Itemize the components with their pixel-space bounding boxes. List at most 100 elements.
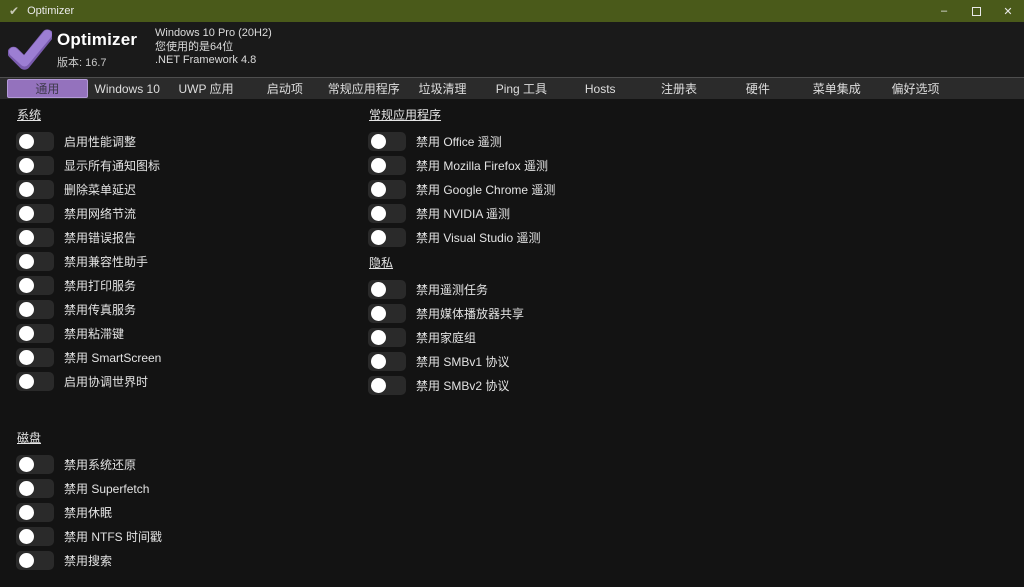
toggle-row: 禁用 SMBv2 协议 [368, 373, 728, 397]
toggle-knob [19, 182, 34, 197]
toggle-switch[interactable] [368, 180, 406, 199]
toggle-label: 禁用系统还原 [64, 456, 136, 473]
toggle-knob [371, 306, 386, 321]
toggle-knob [19, 457, 34, 472]
toggle-row: 禁用错误报告 [16, 225, 356, 249]
toggle-switch[interactable] [368, 228, 406, 247]
close-icon[interactable]: ✕ [992, 0, 1024, 22]
toggle-switch[interactable] [368, 132, 406, 151]
tab-hosts[interactable]: Hosts [561, 79, 640, 98]
os-info: Windows 10 Pro (20H2) [155, 27, 272, 41]
toggle-label: 禁用传真服务 [64, 301, 136, 318]
toggle-knob [371, 134, 386, 149]
column-right: 常规应用程序禁用 Office 遥测禁用 Mozilla Firefox 遥测禁… [368, 99, 728, 397]
toggle-knob [371, 330, 386, 345]
toggle-switch[interactable] [16, 228, 54, 247]
toggle-switch[interactable] [16, 372, 54, 391]
toggle-switch[interactable] [16, 348, 54, 367]
maximize-icon[interactable] [960, 0, 992, 22]
app-header: Optimizer 版本: 16.7 Windows 10 Pro (20H2)… [0, 22, 1024, 77]
toggle-label: 禁用网络节流 [64, 205, 136, 222]
toggle-label: 禁用 Visual Studio 遥测 [416, 229, 541, 246]
toggle-row: 启用协调世界时 [16, 369, 356, 393]
toggle-knob [371, 182, 386, 197]
toggle-switch[interactable] [16, 252, 54, 271]
toggle-knob [371, 206, 386, 221]
tab-uwp-apps[interactable]: UWP 应用 [167, 79, 246, 98]
toggle-row: 禁用 NVIDIA 遥测 [368, 201, 728, 225]
toggle-row: 禁用 Visual Studio 遥测 [368, 225, 728, 249]
tab-hardware[interactable]: 硬件 [718, 79, 797, 98]
toggle-row: 显示所有通知图标 [16, 153, 356, 177]
toggle-label: 禁用 SMBv2 协议 [416, 377, 509, 394]
tab-cleaner[interactable]: 垃圾清理 [403, 79, 482, 98]
tab-options[interactable]: 偏好选项 [876, 79, 955, 98]
tab-bar-wrap: 通用Windows 10UWP 应用启动项常规应用程序垃圾清理Ping 工具Ho… [0, 77, 1024, 99]
toggle-label: 启用协调世界时 [64, 373, 148, 390]
toggle-row: 禁用 Office 遥测 [368, 129, 728, 153]
toggle-switch[interactable] [16, 132, 54, 151]
toggle-row: 禁用 Google Chrome 遥测 [368, 177, 728, 201]
toggle-switch[interactable] [16, 276, 54, 295]
toggle-knob [19, 206, 34, 221]
toggle-row: 启用性能调整 [16, 129, 356, 153]
toggle-row: 禁用传真服务 [16, 297, 356, 321]
toggle-label: 禁用家庭组 [416, 329, 476, 346]
tab-startup[interactable]: 启动项 [245, 79, 324, 98]
toggle-switch[interactable] [16, 180, 54, 199]
toggle-row: 禁用 SMBv1 协议 [368, 349, 728, 373]
toggle-label: 禁用搜索 [64, 552, 112, 569]
toggle-switch[interactable] [368, 376, 406, 395]
toggle-switch[interactable] [368, 280, 406, 299]
toggle-knob [19, 278, 34, 293]
toggle-switch[interactable] [16, 551, 54, 570]
tab-registry[interactable]: 注册表 [640, 79, 719, 98]
section-title-disk: 磁盘 [17, 429, 41, 446]
section-privacy: 隐私禁用遥测任务禁用媒体播放器共享禁用家庭组禁用 SMBv1 协议禁用 SMBv… [368, 249, 728, 397]
section-title-system: 系统 [17, 106, 41, 123]
toggle-switch[interactable] [368, 352, 406, 371]
system-info: Windows 10 Pro (20H2) 您使用的是64位 .NET Fram… [155, 27, 272, 68]
tab-common-apps[interactable]: 常规应用程序 [324, 79, 403, 98]
toggle-switch[interactable] [16, 204, 54, 223]
toggle-switch[interactable] [16, 479, 54, 498]
section-title-common-apps: 常规应用程序 [369, 106, 441, 123]
toggle-label: 禁用 SmartScreen [64, 349, 161, 366]
toggle-switch[interactable] [16, 455, 54, 474]
window-controls: – ✕ [928, 0, 1024, 22]
column-left: 系统启用性能调整显示所有通知图标删除菜单延迟禁用网络节流禁用错误报告禁用兼容性助… [16, 99, 356, 572]
app-name: Optimizer [57, 30, 137, 50]
toggle-knob [19, 481, 34, 496]
minimize-icon[interactable]: – [928, 0, 960, 22]
toggle-row: 禁用打印服务 [16, 273, 356, 297]
optimizer-window: ✔ Optimizer – ✕ Optimizer 版本: 16.7 Windo… [0, 0, 1024, 587]
tab-general[interactable]: 通用 [7, 79, 88, 98]
toggle-knob [371, 158, 386, 173]
toggle-switch[interactable] [368, 304, 406, 323]
toggle-knob [19, 350, 34, 365]
toggle-switch[interactable] [16, 156, 54, 175]
toggle-row: 禁用遥测任务 [368, 277, 728, 301]
toggle-row: 禁用 Mozilla Firefox 遥测 [368, 153, 728, 177]
toggle-label: 禁用 Superfetch [64, 480, 149, 497]
toggle-switch[interactable] [16, 503, 54, 522]
toggle-switch[interactable] [368, 156, 406, 175]
toggle-knob [19, 553, 34, 568]
toggle-label: 禁用打印服务 [64, 277, 136, 294]
toggle-switch[interactable] [368, 204, 406, 223]
tab-windows-10[interactable]: Windows 10 [88, 79, 167, 98]
toggle-knob [19, 529, 34, 544]
toggle-row: 禁用家庭组 [368, 325, 728, 349]
toggle-switch[interactable] [16, 324, 54, 343]
toggle-knob [371, 230, 386, 245]
toggle-knob [19, 302, 34, 317]
tab-ping-tool[interactable]: Ping 工具 [482, 79, 561, 98]
toggle-switch[interactable] [16, 300, 54, 319]
toggle-row: 禁用 Superfetch [16, 476, 356, 500]
section-common-apps: 常规应用程序禁用 Office 遥测禁用 Mozilla Firefox 遥测禁… [368, 99, 728, 249]
toggle-switch[interactable] [368, 328, 406, 347]
toggle-switch[interactable] [16, 527, 54, 546]
toggle-label: 显示所有通知图标 [64, 157, 160, 174]
toggle-label: 删除菜单延迟 [64, 181, 136, 198]
tab-integrator[interactable]: 菜单集成 [797, 79, 876, 98]
